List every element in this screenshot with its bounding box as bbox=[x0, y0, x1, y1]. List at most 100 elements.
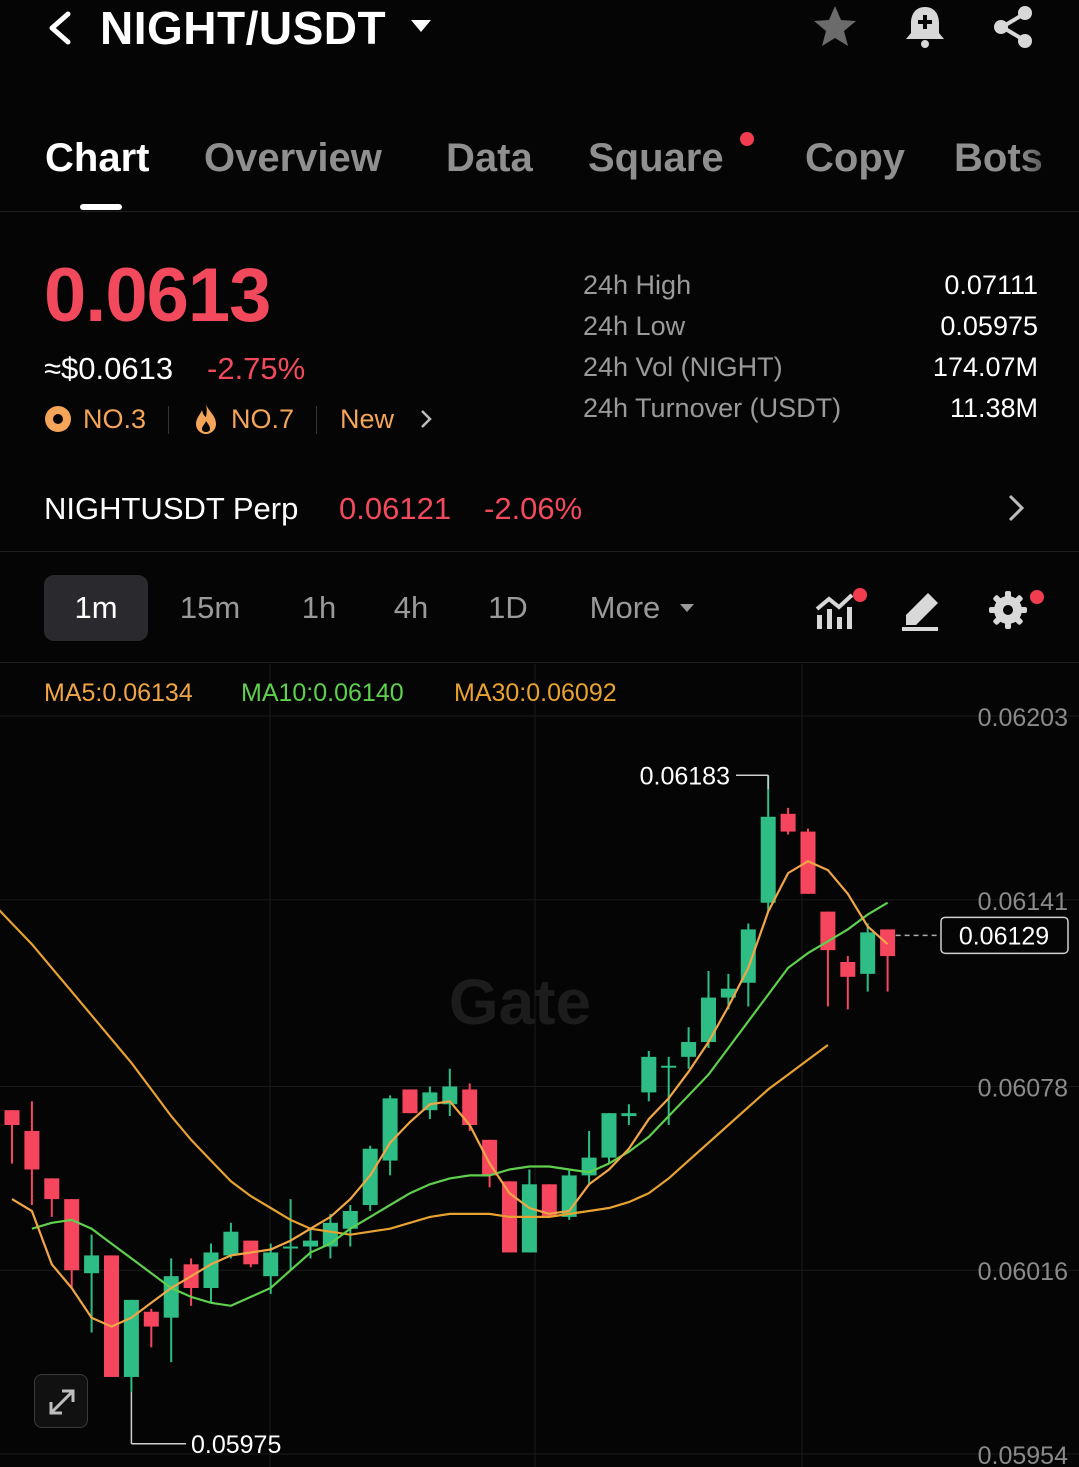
stat-row: 24h Vol (NIGHT) 174.07M bbox=[583, 348, 1038, 389]
y-tick-label: 0.06203 bbox=[978, 704, 1068, 732]
candle-body bbox=[283, 1246, 299, 1249]
notification-dot bbox=[740, 132, 754, 146]
watermark: Gate bbox=[449, 966, 591, 1038]
draw-pencil-icon[interactable] bbox=[898, 587, 944, 633]
top-bar: NIGHT/USDT bbox=[0, 0, 1079, 60]
candle-body bbox=[203, 1252, 219, 1289]
candle-body bbox=[860, 932, 876, 974]
candle-body bbox=[303, 1240, 318, 1247]
stat-label: 24h Low bbox=[583, 311, 686, 341]
tab-copy[interactable]: Copy bbox=[805, 128, 905, 188]
stat-value: 0.05975 bbox=[940, 311, 1038, 341]
stat-label: 24h High bbox=[583, 270, 692, 300]
candle-body bbox=[44, 1178, 60, 1200]
tab-bar: Chart Overview Data Square Copy Bots bbox=[0, 128, 1079, 212]
stat-label: 24h Vol (NIGHT) bbox=[583, 352, 783, 382]
new-tag[interactable]: New bbox=[340, 400, 394, 438]
bell-plus-icon[interactable] bbox=[900, 2, 950, 52]
perp-price: 0.06121 bbox=[339, 491, 452, 526]
candle-body bbox=[601, 1113, 617, 1158]
perp-name: NIGHTUSDT Perp bbox=[44, 491, 299, 526]
y-tick-label: 0.05954 bbox=[978, 1442, 1068, 1467]
candle-body bbox=[621, 1113, 637, 1117]
stat-label: 24h Turnover (USDT) bbox=[583, 393, 842, 423]
share-icon[interactable] bbox=[988, 2, 1038, 52]
interval-1h[interactable]: 1h bbox=[292, 575, 346, 641]
y-tick-label: 0.06078 bbox=[978, 1074, 1068, 1102]
fire-icon bbox=[196, 404, 216, 434]
fullscreen-button[interactable] bbox=[34, 1374, 88, 1428]
active-tab-indicator bbox=[80, 204, 122, 210]
star-icon[interactable] bbox=[810, 2, 860, 52]
candle-body bbox=[780, 813, 796, 832]
last-price: 0.0613 bbox=[44, 253, 271, 338]
candle-body bbox=[521, 1184, 537, 1253]
divider bbox=[168, 406, 169, 434]
candle-body bbox=[840, 962, 856, 977]
indicators-icon[interactable] bbox=[812, 587, 858, 633]
candle-body bbox=[24, 1130, 40, 1170]
price-change-percent: -2.75% bbox=[207, 351, 306, 386]
candle-body bbox=[641, 1056, 657, 1093]
interval-1m[interactable]: 1m bbox=[44, 575, 148, 641]
stat-value: 11.38M bbox=[949, 393, 1038, 423]
tab-overview[interactable]: Overview bbox=[204, 128, 382, 188]
ma30-line bbox=[0, 909, 829, 1236]
stat-row: 24h Low 0.05975 bbox=[583, 307, 1038, 348]
pair-title[interactable]: NIGHT/USDT bbox=[100, 2, 386, 54]
y-tick-label: 0.06016 bbox=[978, 1258, 1068, 1286]
chevron-right-icon[interactable] bbox=[418, 408, 434, 430]
stat-row: 24h High 0.07111 bbox=[583, 266, 1038, 307]
candle-body bbox=[402, 1089, 418, 1114]
candle-body bbox=[661, 1065, 677, 1068]
hot-rank[interactable]: NO.7 bbox=[231, 400, 294, 438]
high-price-label: 0.06183 bbox=[640, 762, 730, 790]
chevron-right-icon[interactable] bbox=[1000, 490, 1032, 526]
more-intervals[interactable]: More bbox=[580, 575, 670, 641]
settings-gear-icon[interactable] bbox=[985, 587, 1031, 633]
candle-body bbox=[760, 816, 776, 903]
chart-canvas: 0.06203 0.06141 0.06078 0.06016 0.05954 Gate… bbox=[0, 664, 1079, 1467]
stat-value: 0.07111 bbox=[944, 270, 1038, 300]
candle-body bbox=[123, 1299, 139, 1377]
usd-price: ≈$0.0613 bbox=[44, 351, 174, 386]
expand-icon bbox=[49, 1389, 75, 1415]
tab-square[interactable]: Square bbox=[588, 128, 724, 188]
ma10-line bbox=[31, 901, 889, 1307]
candlestick-chart[interactable]: 0.06203 0.06141 0.06078 0.06016 0.05954 Gate… bbox=[0, 664, 1079, 1467]
tab-overflow-fade bbox=[1019, 128, 1079, 198]
low-price-label: 0.05975 bbox=[191, 1431, 281, 1459]
perp-contract-row[interactable]: NIGHTUSDT Perp 0.06121 -2.06% bbox=[0, 470, 1079, 552]
candle-body bbox=[64, 1199, 80, 1271]
stat-value: 174.07M bbox=[932, 352, 1038, 382]
candle-body bbox=[84, 1255, 100, 1274]
candle-body bbox=[681, 1042, 697, 1057]
candle-body bbox=[701, 997, 716, 1043]
perp-change: -2.06% bbox=[484, 491, 583, 526]
divider bbox=[316, 406, 317, 434]
trending-rank[interactable]: NO.3 bbox=[83, 400, 146, 438]
interval-selector: 1m 15m 1h 4h 1D More bbox=[0, 553, 1079, 663]
interval-4h[interactable]: 4h bbox=[384, 575, 438, 641]
candle-body bbox=[163, 1276, 179, 1318]
ma5-value: MA5:0.06134 bbox=[44, 679, 193, 707]
interval-1d[interactable]: 1D bbox=[480, 575, 536, 641]
trending-rank-icon bbox=[45, 406, 71, 432]
back-arrow-icon[interactable] bbox=[42, 6, 82, 50]
rank-row: NO.3 NO.7 New bbox=[44, 400, 464, 440]
candle-body bbox=[223, 1231, 239, 1256]
stat-row: 24h Turnover (USDT) 11.38M bbox=[583, 389, 1038, 430]
tab-data[interactable]: Data bbox=[446, 128, 533, 188]
candle-body bbox=[263, 1252, 279, 1277]
ma30-value: MA30:0.06092 bbox=[454, 679, 617, 707]
last-price-label: 0.06129 bbox=[959, 922, 1049, 950]
caret-down-icon[interactable] bbox=[408, 16, 434, 36]
caret-down-icon[interactable] bbox=[678, 601, 696, 615]
notification-dot bbox=[853, 588, 867, 602]
candle-body bbox=[104, 1255, 119, 1377]
ma10-value: MA10:0.06140 bbox=[241, 679, 404, 707]
y-tick-label: 0.06141 bbox=[978, 888, 1068, 916]
interval-15m[interactable]: 15m bbox=[170, 575, 250, 641]
tab-chart[interactable]: Chart bbox=[45, 128, 149, 188]
24h-stats: 24h High 0.07111 24h Low 0.05975 24h Vol… bbox=[583, 266, 1038, 430]
